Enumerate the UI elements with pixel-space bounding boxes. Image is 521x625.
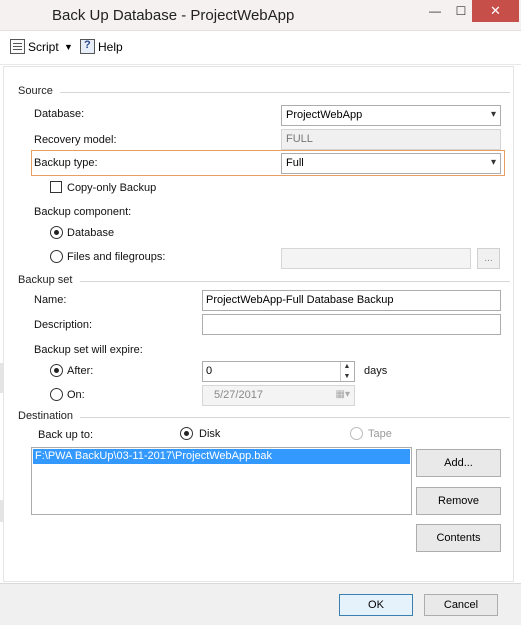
add-destination-button[interactable]: Add... xyxy=(416,449,501,477)
component-database-label: Database xyxy=(67,227,115,239)
expire-days-stepper[interactable]: 0 ▲ ▼ xyxy=(202,361,355,382)
chevron-down-icon: ▾ xyxy=(490,157,496,168)
remove-destination-button[interactable]: Remove xyxy=(416,487,501,515)
recovery-model-value: FULL xyxy=(286,133,313,145)
database-value: ProjectWebApp xyxy=(286,109,363,121)
backup-component-label: Backup component: xyxy=(34,206,132,218)
recovery-model-field: FULL xyxy=(281,129,501,150)
expire-date-picker: 5/27/2017 ▦▾ xyxy=(202,385,355,406)
source-divider xyxy=(60,92,510,93)
recovery-model-label: Recovery model: xyxy=(34,134,117,146)
chevron-down-icon: ▾ xyxy=(490,109,496,120)
expire-label: Backup set will expire: xyxy=(34,344,143,356)
help-icon xyxy=(80,39,95,54)
expire-on-label: On: xyxy=(67,389,85,401)
calendar-dropdown-icon: ▦▾ xyxy=(335,389,350,400)
stepper-arrows[interactable]: ▲ ▼ xyxy=(340,362,353,381)
maximize-button[interactable]: ☐ xyxy=(448,0,474,22)
title-bar: Back Up Database - ProjectWebApp — ☐ ✕ xyxy=(0,0,521,31)
copy-only-checkbox[interactable] xyxy=(50,181,62,193)
destination-list[interactable]: F:\PWA BackUp\03-11-2017\ProjectWebApp.b… xyxy=(31,447,412,515)
backup-to-label: Back up to: xyxy=(38,429,94,441)
backup-type-value: Full xyxy=(286,157,304,169)
database-select[interactable]: ProjectWebApp ▾ xyxy=(281,105,501,126)
stepper-up-icon[interactable]: ▲ xyxy=(341,362,353,372)
stepper-down-icon[interactable]: ▼ xyxy=(341,372,353,382)
options-panel: Source Database: ProjectWebApp ▾ Recover… xyxy=(3,66,514,582)
browse-filegroups-button: ... xyxy=(477,248,500,269)
disk-radio[interactable] xyxy=(180,427,193,440)
cancel-button[interactable]: Cancel xyxy=(424,594,498,616)
script-icon xyxy=(10,39,25,54)
help-button[interactable]: Help xyxy=(80,39,123,54)
tape-radio xyxy=(350,427,363,440)
script-button[interactable]: Script xyxy=(10,39,59,54)
script-dropdown-arrow[interactable]: ▼ xyxy=(64,42,73,52)
help-label: Help xyxy=(98,39,123,54)
backup-type-label: Backup type: xyxy=(34,157,98,169)
disk-label: Disk xyxy=(199,428,221,440)
component-files-radio[interactable] xyxy=(50,250,63,263)
days-label: days xyxy=(364,365,388,377)
close-button[interactable]: ✕ xyxy=(472,0,519,22)
ok-button[interactable]: OK xyxy=(339,594,413,616)
backup-name-input[interactable]: ProjectWebApp-Full Database Backup xyxy=(202,290,501,311)
description-input[interactable] xyxy=(202,314,501,335)
toolbar: Script ▼ Help xyxy=(0,31,521,65)
destination-section-label: Destination xyxy=(18,410,74,422)
database-label: Database: xyxy=(34,108,85,120)
expire-after-label: After: xyxy=(67,365,94,377)
tape-label: Tape xyxy=(368,428,392,440)
contents-button[interactable]: Contents xyxy=(416,524,501,552)
expire-after-radio[interactable] xyxy=(50,364,63,377)
source-section-label: Source xyxy=(18,85,53,97)
dialog-footer: OK Cancel xyxy=(0,583,521,625)
component-database-radio[interactable] xyxy=(50,226,63,239)
expire-date-value: 5/27/2017 xyxy=(214,389,263,401)
destination-divider xyxy=(80,417,510,418)
filegroups-field xyxy=(281,248,471,269)
script-label: Script xyxy=(28,39,59,54)
description-label: Description: xyxy=(34,319,93,331)
list-item[interactable]: F:\PWA BackUp\03-11-2017\ProjectWebApp.b… xyxy=(33,449,410,464)
backup-type-select[interactable]: Full ▾ xyxy=(281,153,501,174)
expire-on-radio[interactable] xyxy=(50,388,63,401)
backup-set-divider xyxy=(80,281,510,282)
window-title: Back Up Database - ProjectWebApp xyxy=(52,7,295,24)
copy-only-label: Copy-only Backup xyxy=(67,182,157,194)
component-files-label: Files and filegroups: xyxy=(67,251,166,263)
backup-set-section-label: Backup set xyxy=(18,274,73,286)
expire-days-value: 0 xyxy=(206,365,213,377)
name-label: Name: xyxy=(34,294,67,306)
minimize-button[interactable]: — xyxy=(422,0,448,22)
